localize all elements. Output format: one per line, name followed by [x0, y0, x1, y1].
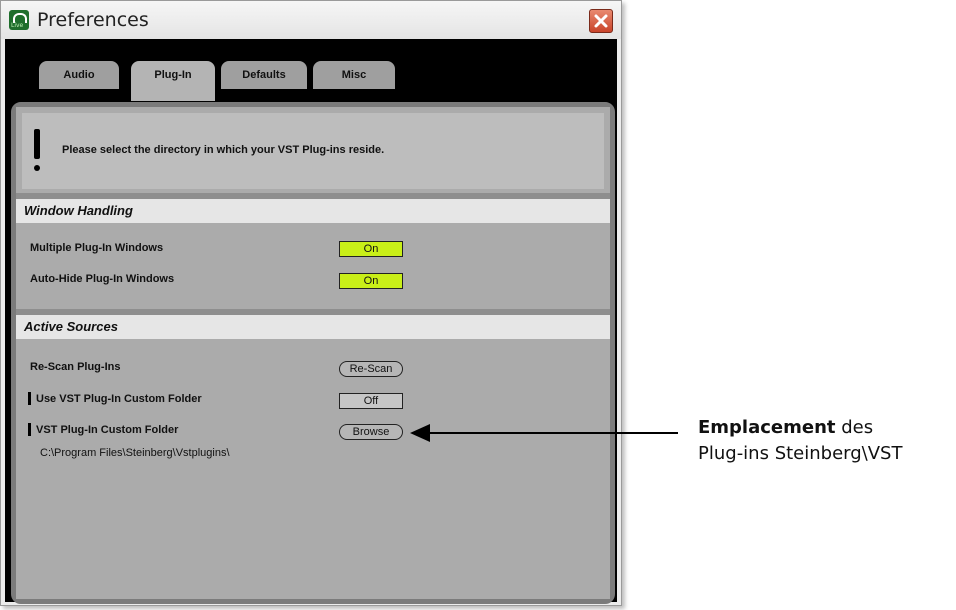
preferences-content: Audio Plug-In Defaults Misc Please selec… [5, 39, 617, 604]
annotation-callout: Emplacement des Plug-ins Steinberg\VST [698, 415, 902, 467]
tab-misc[interactable]: Misc [313, 61, 395, 89]
live-app-icon: Live [9, 10, 29, 30]
tab-defaults[interactable]: Defaults [221, 61, 307, 89]
exclamation-dot [34, 165, 40, 171]
rescan-label: Re-Scan Plug-Ins [30, 361, 121, 373]
warning-mark [28, 423, 31, 436]
title-bar[interactable]: Live Preferences [1, 1, 621, 39]
rescan-button[interactable]: Re-Scan [339, 361, 403, 377]
tab-plug-in[interactable]: Plug-In [131, 61, 215, 101]
annotation-line1: des [835, 417, 874, 438]
preferences-window: Live Preferences Audio Plug-In Defaults … [0, 0, 622, 606]
info-box: Please select the directory in which you… [22, 113, 604, 189]
section-window-handling: Window Handling [16, 199, 610, 223]
arrow-head [410, 424, 430, 442]
plug-in-panel: Please select the directory in which you… [11, 102, 615, 604]
section-active-sources: Active Sources [16, 315, 610, 339]
use-custom-folder-toggle[interactable]: Off [339, 393, 403, 409]
app-icon-text: Live [11, 22, 24, 29]
custom-folder-path: C:\Program Files\Steinberg\Vstplugins\ [40, 447, 230, 459]
annotation-line2: Plug-ins Steinberg\VST [698, 443, 903, 464]
custom-folder-label: VST Plug-In Custom Folder [36, 424, 179, 436]
arrow-line [430, 432, 678, 434]
browse-button[interactable]: Browse [339, 424, 403, 440]
tab-audio[interactable]: Audio [39, 61, 119, 89]
auto-hide-windows-toggle[interactable]: On [339, 273, 403, 289]
multiple-windows-label: Multiple Plug-In Windows [30, 242, 164, 254]
close-button[interactable] [589, 9, 613, 33]
auto-hide-windows-label: Auto-Hide Plug-In Windows [30, 273, 175, 285]
multiple-windows-toggle[interactable]: On [339, 241, 403, 257]
exclamation-icon [34, 129, 40, 159]
warning-mark [28, 392, 31, 405]
use-custom-folder-label: Use VST Plug-In Custom Folder [36, 393, 202, 405]
annotation-bold: Emplacement [698, 417, 836, 438]
close-icon [594, 14, 608, 28]
info-text: Please select the directory in which you… [62, 144, 385, 156]
window-title: Preferences [37, 9, 149, 31]
